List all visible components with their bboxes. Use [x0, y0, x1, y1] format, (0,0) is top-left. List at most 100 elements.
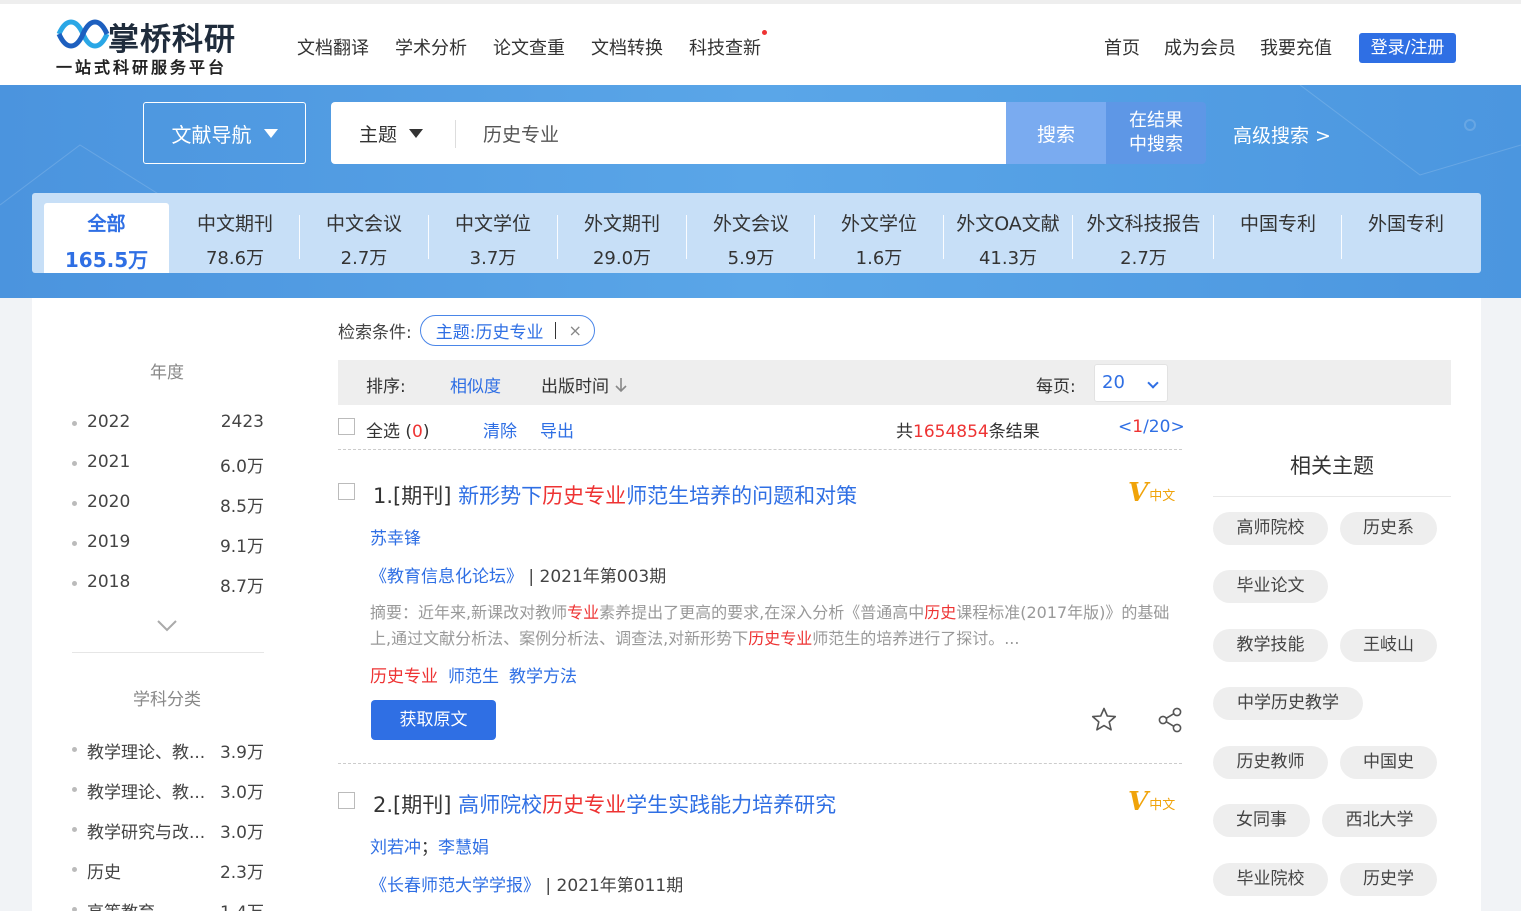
- year-filter-item[interactable]: 2019 9.1万: [72, 532, 264, 557]
- page-next-button[interactable]: >: [1170, 417, 1184, 437]
- subject-filter-item[interactable]: 教学理论、教... 3.9万: [72, 738, 264, 763]
- search-scope-label: 主题: [359, 124, 398, 146]
- keyword-link[interactable]: 教学方法: [509, 667, 577, 687]
- related-topic-tag[interactable]: 王岐山: [1340, 629, 1437, 662]
- result-checkbox[interactable]: [338, 792, 355, 809]
- result-authors: 苏幸锋: [370, 524, 421, 549]
- filter-count: 9.1万: [219, 537, 264, 557]
- expand-chevron-icon[interactable]: [157, 616, 177, 636]
- subject-filter-item[interactable]: 教学理论、教... 3.0万: [72, 778, 264, 803]
- get-fulltext-button[interactable]: 获取原文: [371, 700, 496, 740]
- abstract-highlight: 专业: [567, 603, 600, 622]
- page-prev-button[interactable]: <: [1118, 417, 1132, 437]
- star-icon[interactable]: [1090, 706, 1118, 734]
- title-highlight: 历史专业: [542, 484, 627, 508]
- advanced-search-link[interactable]: 高级搜索 >: [1233, 121, 1331, 148]
- tab-10[interactable]: 外国专利: [1342, 203, 1470, 273]
- select-all-checkbox[interactable]: [338, 418, 355, 435]
- nav-novelty-label: 科技查新: [689, 38, 761, 59]
- related-topic-tag[interactable]: 历史学: [1340, 863, 1437, 896]
- tab-0[interactable]: 全部 165.5万: [44, 203, 169, 273]
- v-badge-icon: V: [1128, 789, 1149, 817]
- keyword-link[interactable]: 师范生: [448, 667, 499, 687]
- result-index: 2.: [373, 793, 394, 817]
- keyword-link[interactable]: 历史专业: [370, 667, 438, 687]
- tab-label: 全部: [87, 213, 126, 235]
- subject-filter-item[interactable]: 高等教育 1.4万: [72, 898, 264, 911]
- related-topic-tag[interactable]: 毕业论文: [1213, 570, 1328, 603]
- tab-separator: [686, 215, 687, 259]
- search-input[interactable]: [483, 118, 983, 148]
- nav-plagiarism[interactable]: 论文查重: [493, 34, 565, 60]
- author-link[interactable]: 苏幸锋: [370, 529, 421, 549]
- related-topic-tag[interactable]: 中国史: [1340, 746, 1437, 779]
- year-filter-item[interactable]: 2021 6.0万: [72, 452, 264, 477]
- related-topic-tag[interactable]: 毕业院校: [1213, 863, 1328, 896]
- tab-5[interactable]: 外文会议 5.9万: [687, 203, 815, 273]
- tab-separator: [1072, 215, 1073, 259]
- subject-filter-item[interactable]: 教学研究与改... 3.0万: [72, 818, 264, 843]
- nav-novelty[interactable]: 科技查新: [689, 30, 767, 60]
- journal-link[interactable]: 《长春师范大学学报》: [370, 876, 540, 896]
- result-title[interactable]: 1.[期刊] 新形势下历史专业师范生培养的问题和对策: [373, 480, 857, 510]
- tab-6[interactable]: 外文学位 1.6万: [815, 203, 943, 273]
- search-scope-select[interactable]: 主题: [359, 120, 424, 147]
- year-filter-item[interactable]: 2018 8.7万: [72, 572, 264, 597]
- nav-convert[interactable]: 文档转换: [591, 34, 663, 60]
- per-page-select[interactable]: 20: [1094, 364, 1168, 402]
- caret-down-icon: [263, 128, 278, 138]
- tab-8[interactable]: 外文科技报告 2.7万: [1073, 203, 1214, 273]
- export-button[interactable]: 导出: [540, 417, 574, 442]
- nav-translate[interactable]: 文档翻译: [297, 34, 369, 60]
- tab-2[interactable]: 中文会议 2.7万: [300, 203, 428, 273]
- search-in-results-button[interactable]: 在结果 中搜索: [1106, 102, 1206, 164]
- filter-label: 2018: [87, 572, 131, 592]
- bullet-dot: [72, 541, 77, 546]
- sort-by-similarity[interactable]: 相似度: [450, 372, 501, 397]
- author-link[interactable]: 李慧娟: [438, 838, 489, 858]
- nav-membership[interactable]: 成为会员: [1164, 34, 1236, 60]
- sort-by-pub-time[interactable]: 出版时间: [541, 372, 627, 397]
- filter-count: 8.5万: [219, 497, 264, 517]
- share-icon[interactable]: [1156, 706, 1184, 734]
- nav-analysis[interactable]: 学术分析: [395, 34, 467, 60]
- sort-bar: 排序: 相似度 出版时间 每页: 20: [338, 360, 1451, 405]
- related-topic-tag[interactable]: 高师院校: [1213, 512, 1328, 545]
- condition-chip[interactable]: 主题:历史专业 ×: [419, 315, 595, 346]
- nav-recharge[interactable]: 我要充值: [1260, 34, 1332, 60]
- tab-1[interactable]: 中文期刊 78.6万: [171, 203, 299, 273]
- nav-home[interactable]: 首页: [1104, 34, 1140, 60]
- tab-count: 41.3万: [978, 248, 1038, 269]
- tab-label: 外文会议: [712, 213, 789, 235]
- site-logo[interactable]: 掌桥科研 一站式科研服务平台: [56, 14, 256, 79]
- subject-filter-item[interactable]: 历史 2.3万: [72, 858, 264, 883]
- related-topic-tag[interactable]: 女同事: [1213, 804, 1310, 837]
- filter-label: 高等教育: [87, 898, 155, 911]
- tab-7[interactable]: 外文OA文献 41.3万: [944, 203, 1072, 273]
- year-filter-item[interactable]: 2020 8.5万: [72, 492, 264, 517]
- bullet-dot: [72, 787, 77, 792]
- related-topic-tag[interactable]: 中学历史教学: [1213, 687, 1363, 720]
- search-button[interactable]: 搜索: [1006, 102, 1106, 164]
- result-title[interactable]: 2.[期刊] 高师院校历史专业学生实践能力培养研究: [373, 789, 836, 819]
- tab-4[interactable]: 外文期刊 29.0万: [558, 203, 686, 273]
- tab-9[interactable]: 中国专利: [1214, 203, 1342, 273]
- related-topic-tag[interactable]: 历史教师: [1213, 746, 1328, 779]
- clear-button[interactable]: 清除: [483, 417, 517, 442]
- close-icon[interactable]: ×: [568, 321, 581, 340]
- journal-link[interactable]: 《教育信息化论坛》: [370, 567, 523, 587]
- selected-count: 0: [412, 422, 423, 442]
- related-topic-tag[interactable]: 西北大学: [1322, 804, 1437, 837]
- badge-lang: 中文: [1149, 798, 1176, 813]
- literature-nav-button[interactable]: 文献导航: [143, 102, 306, 164]
- author-link[interactable]: 刘若冲: [370, 838, 421, 858]
- related-topic-tag[interactable]: 教学技能: [1213, 629, 1328, 662]
- abstract-text: 素养提出了更高的要求,在深入分析《普通高中: [599, 603, 925, 622]
- login-button[interactable]: 登录/注册: [1359, 33, 1456, 63]
- result-checkbox[interactable]: [338, 483, 355, 500]
- tab-separator: [943, 215, 944, 259]
- related-topic-tag[interactable]: 历史系: [1340, 512, 1437, 545]
- tab-label: 中文学位: [454, 213, 531, 235]
- year-filter-item[interactable]: 2022 2423: [72, 412, 264, 436]
- tab-3[interactable]: 中文学位 3.7万: [429, 203, 557, 273]
